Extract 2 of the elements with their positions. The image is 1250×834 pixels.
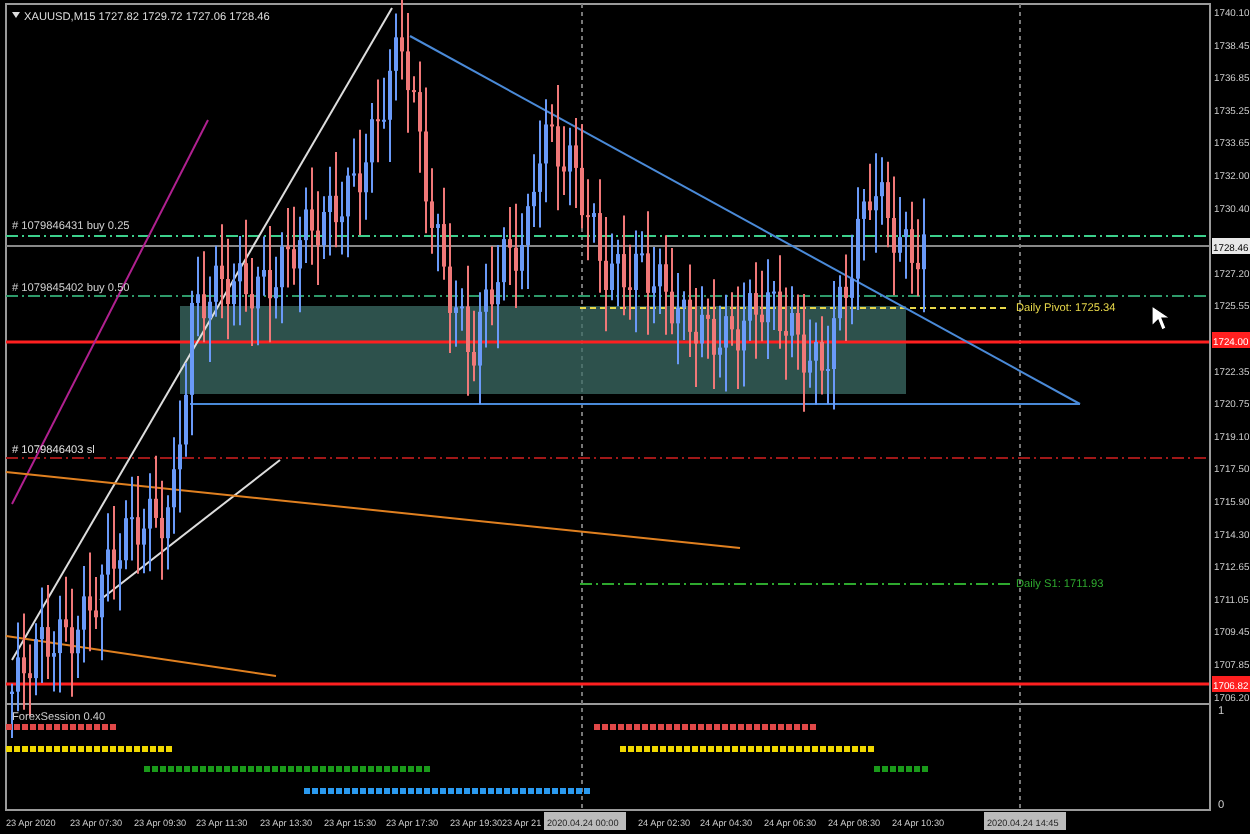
mouse-cursor-icon [1151, 304, 1172, 331]
dropdown-caret-icon[interactable] [12, 12, 20, 18]
